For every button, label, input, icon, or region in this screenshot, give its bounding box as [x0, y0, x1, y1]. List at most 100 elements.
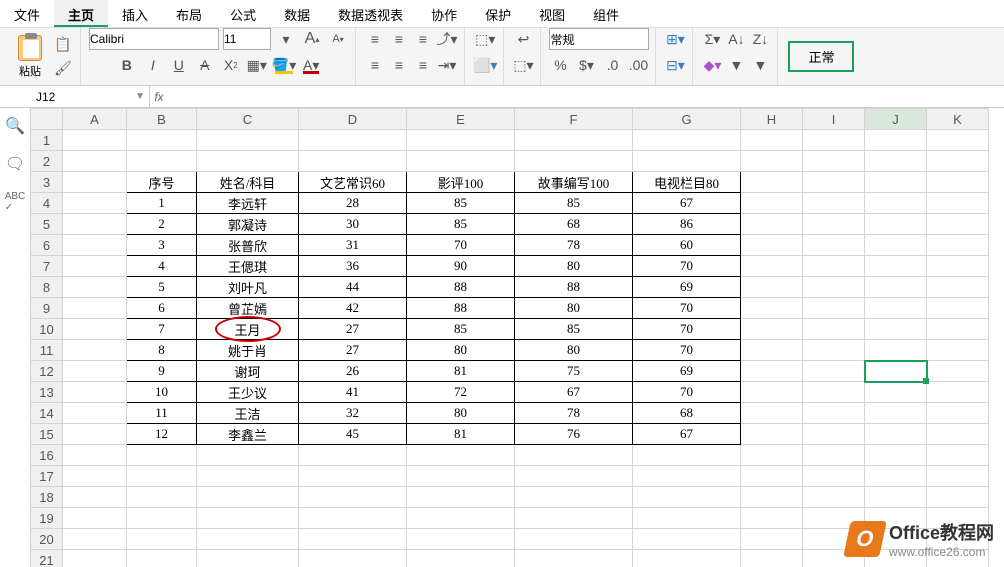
- cell-B10[interactable]: 7: [127, 319, 197, 340]
- cell-C3[interactable]: 姓名/科目: [197, 172, 299, 193]
- cell-H2[interactable]: [741, 151, 803, 172]
- cell-H21[interactable]: [741, 550, 803, 567]
- cell-E13[interactable]: 72: [407, 382, 515, 403]
- cell-G14[interactable]: 68: [633, 403, 741, 424]
- menu-协作[interactable]: 协作: [417, 0, 471, 27]
- cell-H5[interactable]: [741, 214, 803, 235]
- cell-G10[interactable]: 70: [633, 319, 741, 340]
- cell-J1[interactable]: [865, 130, 927, 151]
- cell-H14[interactable]: [741, 403, 803, 424]
- cell-A10[interactable]: [63, 319, 127, 340]
- cell-G1[interactable]: [633, 130, 741, 151]
- cell-D21[interactable]: [299, 550, 407, 567]
- cell-F1[interactable]: [515, 130, 633, 151]
- clear-icon[interactable]: ◆▾: [701, 54, 723, 76]
- cell-D20[interactable]: [299, 529, 407, 550]
- orientation-icon[interactable]: ⤴▾: [436, 28, 458, 50]
- cell-H6[interactable]: [741, 235, 803, 256]
- cell-A6[interactable]: [63, 235, 127, 256]
- cell-D15[interactable]: 45: [299, 424, 407, 445]
- col-header-A[interactable]: A: [63, 109, 127, 130]
- row-header-7[interactable]: 7: [31, 256, 63, 277]
- cell-I14[interactable]: [803, 403, 865, 424]
- cell-D14[interactable]: 32: [299, 403, 407, 424]
- cell-A18[interactable]: [63, 487, 127, 508]
- fill-color-button[interactable]: 🪣▾: [272, 54, 296, 76]
- border-button[interactable]: ▦▾: [246, 54, 268, 76]
- cell-J9[interactable]: [865, 298, 927, 319]
- row-header-14[interactable]: 14: [31, 403, 63, 424]
- cell-A20[interactable]: [63, 529, 127, 550]
- cell-F21[interactable]: [515, 550, 633, 567]
- cell-H9[interactable]: [741, 298, 803, 319]
- cell-H18[interactable]: [741, 487, 803, 508]
- cell-G13[interactable]: 70: [633, 382, 741, 403]
- align-center-icon[interactable]: ≡: [388, 54, 410, 76]
- cell-B21[interactable]: [127, 550, 197, 567]
- cell-B5[interactable]: 2: [127, 214, 197, 235]
- cell-K10[interactable]: [927, 319, 989, 340]
- cell-K4[interactable]: [927, 193, 989, 214]
- cell-K9[interactable]: [927, 298, 989, 319]
- cell-A14[interactable]: [63, 403, 127, 424]
- cell-D7[interactable]: 36: [299, 256, 407, 277]
- cell-H13[interactable]: [741, 382, 803, 403]
- cell-A5[interactable]: [63, 214, 127, 235]
- cell-D4[interactable]: 28: [299, 193, 407, 214]
- menu-主页[interactable]: 主页: [54, 0, 108, 27]
- cell-C7[interactable]: 王偲琪: [197, 256, 299, 277]
- cell-J3[interactable]: [865, 172, 927, 193]
- cell-H11[interactable]: [741, 340, 803, 361]
- cell-J16[interactable]: [865, 445, 927, 466]
- cell-F12[interactable]: 75: [515, 361, 633, 382]
- cell-I4[interactable]: [803, 193, 865, 214]
- cell-J18[interactable]: [865, 487, 927, 508]
- align-bottom-icon[interactable]: ≡: [412, 28, 434, 50]
- cell-E8[interactable]: 88: [407, 277, 515, 298]
- cell-F7[interactable]: 80: [515, 256, 633, 277]
- cell-A21[interactable]: [63, 550, 127, 567]
- subscript-button[interactable]: X2: [220, 54, 242, 76]
- wrap-text-icon[interactable]: ⬚▾: [474, 28, 496, 50]
- col-header-D[interactable]: D: [299, 109, 407, 130]
- cell-I17[interactable]: [803, 466, 865, 487]
- comments-icon[interactable]: 🗨: [5, 154, 25, 174]
- name-box[interactable]: J12 ▼: [30, 86, 150, 107]
- cell-A11[interactable]: [63, 340, 127, 361]
- cell-I2[interactable]: [803, 151, 865, 172]
- strikethrough-button[interactable]: A: [194, 54, 216, 76]
- decrease-font-icon[interactable]: A▾: [327, 28, 349, 50]
- cell-I10[interactable]: [803, 319, 865, 340]
- filter-icon[interactable]: ▼: [725, 54, 747, 76]
- col-header-I[interactable]: I: [803, 109, 865, 130]
- cell-A3[interactable]: [63, 172, 127, 193]
- col-header-C[interactable]: C: [197, 109, 299, 130]
- row-header-17[interactable]: 17: [31, 466, 63, 487]
- cell-G15[interactable]: 67: [633, 424, 741, 445]
- cell-A19[interactable]: [63, 508, 127, 529]
- cell-F10[interactable]: 85: [515, 319, 633, 340]
- cell-F3[interactable]: 故事编写100: [515, 172, 633, 193]
- cell-H4[interactable]: [741, 193, 803, 214]
- cell-G9[interactable]: 70: [633, 298, 741, 319]
- cell-D5[interactable]: 30: [299, 214, 407, 235]
- cell-G3[interactable]: 电视栏目80: [633, 172, 741, 193]
- cell-G21[interactable]: [633, 550, 741, 567]
- cell-J4[interactable]: [865, 193, 927, 214]
- cell-K3[interactable]: [927, 172, 989, 193]
- cell-G2[interactable]: [633, 151, 741, 172]
- cell-G6[interactable]: 60: [633, 235, 741, 256]
- cell-C17[interactable]: [197, 466, 299, 487]
- cell-J11[interactable]: [865, 340, 927, 361]
- cell-D17[interactable]: [299, 466, 407, 487]
- cell-K6[interactable]: [927, 235, 989, 256]
- cell-I11[interactable]: [803, 340, 865, 361]
- delete-cells-icon[interactable]: ⊟▾: [664, 54, 686, 76]
- cell-H12[interactable]: [741, 361, 803, 382]
- cell-D2[interactable]: [299, 151, 407, 172]
- menu-布局[interactable]: 布局: [162, 0, 216, 27]
- cell-B9[interactable]: 6: [127, 298, 197, 319]
- percent-icon[interactable]: %: [549, 54, 571, 76]
- fx-icon[interactable]: fx: [150, 90, 168, 104]
- cell-C2[interactable]: [197, 151, 299, 172]
